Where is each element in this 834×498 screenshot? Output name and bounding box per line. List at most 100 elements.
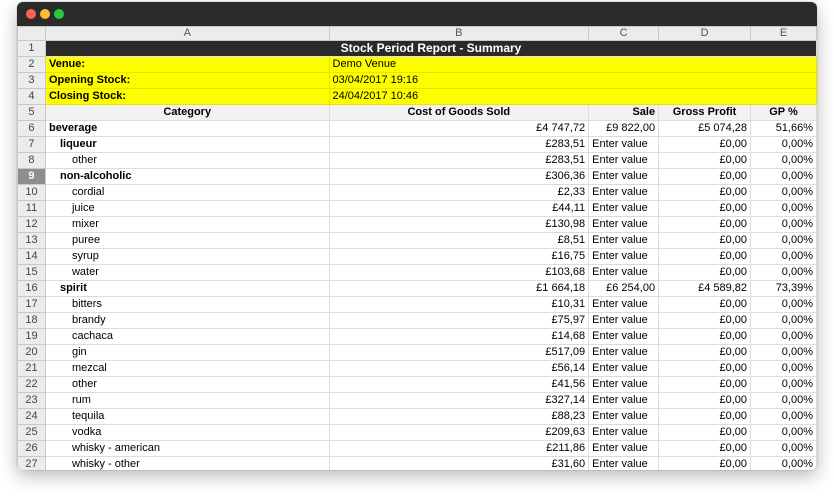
- sale-cell[interactable]: Enter value: [588, 456, 660, 470]
- row-header[interactable]: 20: [17, 344, 46, 361]
- cogs-cell[interactable]: £283,51: [328, 136, 590, 153]
- category-cell[interactable]: tequila: [44, 408, 330, 425]
- row-header[interactable]: 14: [17, 248, 46, 265]
- sale-cell[interactable]: £6 254,00: [588, 280, 660, 297]
- cogs-cell[interactable]: £8,51: [328, 232, 590, 249]
- sale-cell[interactable]: Enter value: [588, 424, 660, 441]
- cogs-cell[interactable]: £16,75: [328, 248, 590, 265]
- category-cell[interactable]: mezcal: [44, 360, 330, 377]
- cogs-cell[interactable]: £31,60: [328, 456, 590, 470]
- gp-percent-cell[interactable]: 0,00%: [750, 232, 817, 249]
- cogs-cell[interactable]: £130,98: [328, 216, 590, 233]
- sale-cell[interactable]: Enter value: [588, 136, 660, 153]
- sale-cell[interactable]: Enter value: [588, 296, 660, 313]
- gross-profit-cell[interactable]: £0,00: [658, 248, 752, 265]
- sale-cell[interactable]: Enter value: [588, 216, 660, 233]
- gp-percent-cell[interactable]: 0,00%: [750, 200, 817, 217]
- cogs-cell[interactable]: £2,33: [328, 184, 590, 201]
- sale-cell[interactable]: Enter value: [588, 328, 660, 345]
- gross-profit-cell[interactable]: £0,00: [658, 232, 752, 249]
- category-cell[interactable]: gin: [44, 344, 330, 361]
- row-header[interactable]: 24: [17, 408, 46, 425]
- cogs-cell[interactable]: £56,14: [328, 360, 590, 377]
- cogs-cell[interactable]: £88,23: [328, 408, 590, 425]
- zoom-window-button[interactable]: [54, 9, 64, 19]
- row-header[interactable]: 2: [17, 56, 46, 73]
- gross-profit-cell[interactable]: £0,00: [658, 424, 752, 441]
- cogs-cell[interactable]: £209,63: [328, 424, 590, 441]
- category-cell[interactable]: whisky - american: [44, 440, 330, 457]
- gross-profit-cell[interactable]: £0,00: [658, 376, 752, 393]
- category-cell[interactable]: juice: [44, 200, 330, 217]
- row-header[interactable]: 6: [17, 120, 46, 137]
- minimize-window-button[interactable]: [40, 9, 50, 19]
- category-cell[interactable]: spirit: [44, 280, 330, 297]
- category-cell[interactable]: cordial: [44, 184, 330, 201]
- sale-cell[interactable]: Enter value: [588, 344, 660, 361]
- cogs-cell[interactable]: £283,51: [328, 152, 590, 169]
- gp-percent-cell[interactable]: 73,39%: [750, 280, 817, 297]
- closing-stock-label[interactable]: Closing Stock:: [44, 88, 330, 105]
- gp-percent-header[interactable]: GP %: [750, 104, 817, 121]
- sale-cell[interactable]: Enter value: [588, 232, 660, 249]
- row-header[interactable]: 7: [17, 136, 46, 153]
- cogs-cell[interactable]: £14,68: [328, 328, 590, 345]
- gp-percent-cell[interactable]: 0,00%: [750, 216, 817, 233]
- category-cell[interactable]: bitters: [44, 296, 330, 313]
- gross-profit-cell[interactable]: £0,00: [658, 184, 752, 201]
- gp-percent-cell[interactable]: 0,00%: [750, 296, 817, 313]
- cogs-cell[interactable]: £75,97: [328, 312, 590, 329]
- row-header[interactable]: 15: [17, 264, 46, 281]
- sale-cell[interactable]: Enter value: [588, 248, 660, 265]
- gp-percent-cell[interactable]: 0,00%: [750, 376, 817, 393]
- sale-cell[interactable]: £9 822,00: [588, 120, 660, 137]
- gp-percent-cell[interactable]: 0,00%: [750, 440, 817, 457]
- category-cell[interactable]: mixer: [44, 216, 330, 233]
- row-header[interactable]: 11: [17, 200, 46, 217]
- gross-profit-cell[interactable]: £0,00: [658, 440, 752, 457]
- category-cell[interactable]: beverage: [44, 120, 330, 137]
- gp-percent-cell[interactable]: 0,00%: [750, 152, 817, 169]
- category-cell[interactable]: whisky - other: [44, 456, 330, 470]
- row-header[interactable]: 5: [17, 104, 46, 121]
- gp-percent-cell[interactable]: 0,00%: [750, 264, 817, 281]
- gross-profit-cell[interactable]: £0,00: [658, 392, 752, 409]
- gp-percent-cell[interactable]: 0,00%: [750, 344, 817, 361]
- category-cell[interactable]: syrup: [44, 248, 330, 265]
- cogs-cell[interactable]: £44,11: [328, 200, 590, 217]
- cogs-cell[interactable]: £306,36: [328, 168, 590, 185]
- gross-profit-cell[interactable]: £0,00: [658, 136, 752, 153]
- category-cell[interactable]: rum: [44, 392, 330, 409]
- cogs-header[interactable]: Cost of Goods Sold: [328, 104, 590, 121]
- gp-percent-cell[interactable]: 0,00%: [750, 360, 817, 377]
- category-cell[interactable]: brandy: [44, 312, 330, 329]
- row-header[interactable]: 21: [17, 360, 46, 377]
- sale-cell[interactable]: Enter value: [588, 408, 660, 425]
- gross-profit-cell[interactable]: £0,00: [658, 168, 752, 185]
- sale-cell[interactable]: Enter value: [588, 200, 660, 217]
- row-header[interactable]: 9: [17, 168, 46, 185]
- category-cell[interactable]: non-alcoholic: [44, 168, 330, 185]
- row-header[interactable]: 12: [17, 216, 46, 233]
- gross-profit-header[interactable]: Gross Profit: [658, 104, 752, 121]
- category-header[interactable]: Category: [44, 104, 330, 121]
- row-header[interactable]: 27: [17, 456, 46, 470]
- gross-profit-cell[interactable]: £0,00: [658, 216, 752, 233]
- cogs-cell[interactable]: £103,68: [328, 264, 590, 281]
- gross-profit-cell[interactable]: £0,00: [658, 264, 752, 281]
- gross-profit-cell[interactable]: £0,00: [658, 328, 752, 345]
- gp-percent-cell[interactable]: 0,00%: [750, 328, 817, 345]
- cogs-cell[interactable]: £41,56: [328, 376, 590, 393]
- category-cell[interactable]: vodka: [44, 424, 330, 441]
- gross-profit-cell[interactable]: £0,00: [658, 360, 752, 377]
- row-header[interactable]: 8: [17, 152, 46, 169]
- row-header[interactable]: 16: [17, 280, 46, 297]
- row-header[interactable]: 10: [17, 184, 46, 201]
- row-header[interactable]: 3: [17, 72, 46, 89]
- category-cell[interactable]: cachaca: [44, 328, 330, 345]
- column-header-e[interactable]: E: [750, 26, 817, 41]
- venue-value[interactable]: Demo Venue: [328, 56, 817, 73]
- report-title[interactable]: Stock Period Report - Summary: [44, 40, 817, 57]
- cogs-cell[interactable]: £211,86: [328, 440, 590, 457]
- category-cell[interactable]: other: [44, 376, 330, 393]
